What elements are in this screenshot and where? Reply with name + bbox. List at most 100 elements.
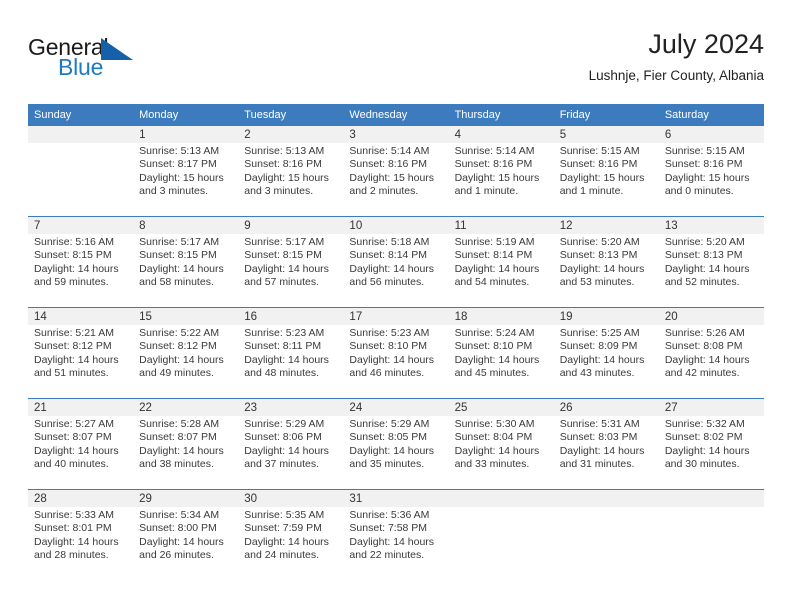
day-number[interactable]: 26 xyxy=(553,399,659,416)
calendar-table: Sunday Monday Tuesday Wednesday Thursday… xyxy=(28,104,764,580)
daylight-duration-line1: Daylight: 14 hours xyxy=(454,262,540,275)
day-number[interactable]: 8 xyxy=(133,217,239,234)
day-cell[interactable]: Sunrise: 5:23 AM Sunset: 8:11 PM Daylight:… xyxy=(238,325,344,398)
sunset-time: Sunset: 7:58 PM xyxy=(349,522,428,535)
day-number[interactable]: 5 xyxy=(553,126,659,143)
day-cell[interactable]: Sunrise: 5:21 AM Sunset: 8:12 PM Daylight:… xyxy=(28,325,134,398)
day-cell[interactable]: Sunrise: 5:14 AM Sunset: 8:16 PM Daylight:… xyxy=(448,143,554,216)
sunrise-time: Sunrise: 5:25 AM xyxy=(559,327,640,339)
day-number[interactable]: 3 xyxy=(343,126,449,143)
sunset-time: Sunset: 8:16 PM xyxy=(349,158,428,171)
day-number[interactable]: 15 xyxy=(133,308,239,325)
day-number[interactable]: 2 xyxy=(238,126,344,143)
day-number[interactable]: 17 xyxy=(343,308,449,325)
day-cell[interactable]: Sunrise: 5:15 AM Sunset: 8:16 PM Daylight:… xyxy=(658,143,764,216)
day-number[interactable]: 20 xyxy=(658,308,764,325)
day-number[interactable]: 31 xyxy=(343,490,449,507)
day-number-row: 28 29 30 31 xyxy=(28,490,764,507)
day-number[interactable]: 25 xyxy=(448,399,554,416)
day-number-row: 21 22 23 24 25 26 27 xyxy=(28,399,764,416)
day-number[interactable]: 13 xyxy=(658,217,764,234)
sunrise-time: Sunrise: 5:21 AM xyxy=(34,327,114,339)
weekday-header-wednesday: Wednesday xyxy=(343,104,449,126)
sunset-time: Sunset: 8:02 PM xyxy=(664,431,743,444)
day-cell[interactable]: Sunrise: 5:20 AM Sunset: 8:13 PM Daylight:… xyxy=(553,234,659,307)
day-detail-row: Sunrise: 5:27 AM Sunset: 8:07 PM Daylight:… xyxy=(28,416,764,489)
day-number[interactable]: 16 xyxy=(238,308,344,325)
day-number[interactable]: 19 xyxy=(553,308,659,325)
day-number[interactable]: 23 xyxy=(238,399,344,416)
sunrise-time: Sunrise: 5:20 AM xyxy=(559,236,640,248)
day-cell[interactable]: Sunrise: 5:31 AM Sunset: 8:03 PM Daylight:… xyxy=(553,416,659,489)
day-number[interactable]: 29 xyxy=(133,490,239,507)
sunrise-time: Sunrise: 5:15 AM xyxy=(664,145,745,157)
day-cell[interactable]: Sunrise: 5:17 AM Sunset: 8:15 PM Daylight:… xyxy=(133,234,239,307)
daylight-duration-line1: Daylight: 14 hours xyxy=(139,353,224,366)
sunset-time: Sunset: 8:00 PM xyxy=(139,522,217,535)
day-number[interactable]: 24 xyxy=(343,399,449,416)
day-cell[interactable]: Sunrise: 5:20 AM Sunset: 8:13 PM Daylight:… xyxy=(658,234,764,307)
day-cell-empty xyxy=(553,507,659,580)
day-number[interactable]: 30 xyxy=(238,490,344,507)
daylight-duration-line1: Daylight: 15 hours xyxy=(454,171,540,184)
daylight-duration-line2: and 3 minutes. xyxy=(139,185,209,198)
sunrise-time: Sunrise: 5:14 AM xyxy=(349,145,430,157)
weekday-header-saturday: Saturday xyxy=(658,104,764,126)
calendar-body: 1 2 3 4 5 6 Sunrise: 5:13 AM Sunset: 8:17 PM Day… xyxy=(28,126,764,580)
day-cell[interactable]: Sunrise: 5:35 AM Sunset: 7:59 PM Daylight:… xyxy=(238,507,344,580)
day-cell[interactable]: Sunrise: 5:29 AM Sunset: 8:05 PM Daylight:… xyxy=(343,416,449,489)
day-cell[interactable]: Sunrise: 5:36 AM Sunset: 7:58 PM Daylight:… xyxy=(343,507,449,580)
day-cell[interactable]: Sunrise: 5:19 AM Sunset: 8:14 PM Daylight:… xyxy=(448,234,554,307)
day-cell[interactable]: Sunrise: 5:29 AM Sunset: 8:06 PM Daylight:… xyxy=(238,416,344,489)
daylight-duration-line2: and 1 minute. xyxy=(559,185,624,198)
day-cell[interactable]: Sunrise: 5:26 AM Sunset: 8:08 PM Daylight:… xyxy=(658,325,764,398)
day-cell-empty xyxy=(658,507,764,580)
day-cell[interactable]: Sunrise: 5:22 AM Sunset: 8:12 PM Daylight:… xyxy=(133,325,239,398)
day-number[interactable]: 9 xyxy=(238,217,344,234)
day-number[interactable]: 27 xyxy=(658,399,764,416)
daylight-duration-line2: and 45 minutes. xyxy=(454,367,530,380)
day-number[interactable]: 22 xyxy=(133,399,239,416)
day-cell[interactable]: Sunrise: 5:13 AM Sunset: 8:17 PM Daylight:… xyxy=(133,143,239,216)
day-cell[interactable]: Sunrise: 5:28 AM Sunset: 8:07 PM Daylight:… xyxy=(133,416,239,489)
day-cell[interactable]: Sunrise: 5:33 AM Sunset: 8:01 PM Daylight:… xyxy=(28,507,134,580)
sunrise-time: Sunrise: 5:16 AM xyxy=(34,236,114,248)
day-cell[interactable]: Sunrise: 5:15 AM Sunset: 8:16 PM Daylight:… xyxy=(553,143,659,216)
day-cell[interactable]: Sunrise: 5:32 AM Sunset: 8:02 PM Daylight:… xyxy=(658,416,764,489)
day-cell[interactable]: Sunrise: 5:16 AM Sunset: 8:15 PM Daylight:… xyxy=(28,234,134,307)
sunrise-time: Sunrise: 5:36 AM xyxy=(349,509,430,521)
daylight-duration-line2: and 28 minutes. xyxy=(34,549,109,562)
sunrise-time: Sunrise: 5:35 AM xyxy=(244,509,325,521)
day-cell[interactable]: Sunrise: 5:14 AM Sunset: 8:16 PM Daylight:… xyxy=(343,143,449,216)
day-cell[interactable]: Sunrise: 5:24 AM Sunset: 8:10 PM Daylight:… xyxy=(448,325,554,398)
day-cell[interactable]: Sunrise: 5:34 AM Sunset: 8:00 PM Daylight:… xyxy=(133,507,239,580)
daylight-duration-line1: Daylight: 15 hours xyxy=(349,171,435,184)
day-cell[interactable]: Sunrise: 5:18 AM Sunset: 8:14 PM Daylight:… xyxy=(343,234,449,307)
day-number[interactable]: 1 xyxy=(133,126,239,143)
day-number[interactable]: 14 xyxy=(28,308,134,325)
calendar-header-row: Sunday Monday Tuesday Wednesday Thursday… xyxy=(28,104,764,126)
day-number[interactable]: 28 xyxy=(28,490,134,507)
day-number[interactable]: 4 xyxy=(448,126,554,143)
day-number[interactable]: 10 xyxy=(343,217,449,234)
day-number[interactable]: 21 xyxy=(28,399,134,416)
day-number[interactable]: 6 xyxy=(658,126,764,143)
day-number[interactable]: 11 xyxy=(448,217,554,234)
day-number[interactable]: 12 xyxy=(553,217,659,234)
sunset-time: Sunset: 8:10 PM xyxy=(349,340,428,353)
weekday-header-friday: Friday xyxy=(553,104,659,126)
day-number[interactable]: 18 xyxy=(448,308,554,325)
logo-text-blue: Blue xyxy=(58,54,104,80)
day-cell[interactable]: Sunrise: 5:13 AM Sunset: 8:16 PM Daylight:… xyxy=(238,143,344,216)
day-number-empty xyxy=(448,490,554,507)
day-cell[interactable]: Sunrise: 5:17 AM Sunset: 8:15 PM Daylight:… xyxy=(238,234,344,307)
day-cell[interactable]: Sunrise: 5:25 AM Sunset: 8:09 PM Daylight:… xyxy=(553,325,659,398)
day-number[interactable]: 7 xyxy=(28,217,134,234)
day-cell[interactable]: Sunrise: 5:30 AM Sunset: 8:04 PM Daylight:… xyxy=(448,416,554,489)
sunset-time: Sunset: 8:15 PM xyxy=(244,249,322,262)
day-cell[interactable]: Sunrise: 5:23 AM Sunset: 8:10 PM Daylight:… xyxy=(343,325,449,398)
daylight-duration-line2: and 57 minutes. xyxy=(244,276,319,289)
day-number-empty xyxy=(553,490,659,507)
sunrise-time: Sunrise: 5:29 AM xyxy=(349,418,430,430)
day-cell[interactable]: Sunrise: 5:27 AM Sunset: 8:07 PM Daylight:… xyxy=(28,416,134,489)
